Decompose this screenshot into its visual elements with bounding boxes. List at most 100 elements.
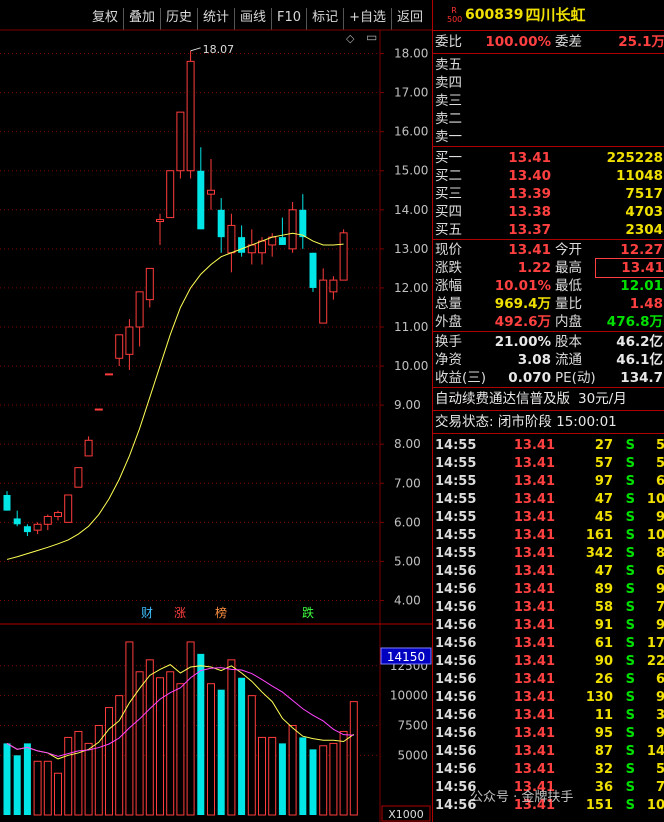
watermark: 公众号 · 金牌扶手 xyxy=(470,790,574,805)
buy-level-volume: 225228 xyxy=(606,150,663,166)
quote-label: 内盘 xyxy=(555,314,582,330)
tick-time: 14:56 xyxy=(435,582,477,597)
buy-level-row[interactable]: 买二 13.40 11048 xyxy=(433,167,664,185)
event-marker: 财 xyxy=(141,606,153,620)
buy-level-price: 13.37 xyxy=(508,222,551,238)
candle-body xyxy=(105,373,113,376)
buy-level-label: 买五 xyxy=(435,222,462,238)
stat-label: 净资 xyxy=(435,352,462,368)
stat-label: PE(动) xyxy=(555,370,596,386)
tick-row: 14:56 13.41 58 S 7 xyxy=(433,599,664,617)
tick-price: 13.41 xyxy=(513,492,555,507)
volume-bar xyxy=(227,659,236,816)
tick-count: 6 xyxy=(655,474,664,489)
tick-direction: S xyxy=(625,636,635,651)
sell-level-row[interactable]: 卖四 xyxy=(433,74,664,92)
volume-unit-label: X1000 xyxy=(388,808,424,821)
stat-row: 收益(三) 0.070 PE(动) 134.7 xyxy=(433,369,664,387)
stat-value: 3.08 xyxy=(517,352,551,368)
volume-tick-label: 7500 xyxy=(397,718,428,732)
stat-value: 21.00% xyxy=(494,334,551,350)
stock-name: 四川长虹 xyxy=(525,6,586,24)
volume-bar xyxy=(74,730,83,816)
stat-label: 流通 xyxy=(555,352,582,368)
tick-time: 14:56 xyxy=(435,654,477,669)
tick-time: 14:55 xyxy=(435,474,477,489)
tick-volume: 87 xyxy=(594,744,613,759)
tick-row: 14:56 13.41 47 S 6 xyxy=(433,563,664,581)
tick-count: 5 xyxy=(655,456,664,471)
stat-label: 收益(三) xyxy=(435,370,487,386)
tick-volume: 89 xyxy=(594,582,613,597)
kline-chart-area[interactable]: 复权 叠加 历史 统计 画线 F10 标记 +自选 返回 ◇ ▭ 18.00 17… xyxy=(0,0,432,822)
promo-text[interactable]: 自动续费通达信普及版 xyxy=(433,390,570,408)
sell-level-row[interactable]: 卖三 xyxy=(433,92,664,110)
candle-body xyxy=(197,170,205,230)
buy-level-row[interactable]: 买三 13.39 7517 xyxy=(433,185,664,203)
tick-volume: 47 xyxy=(594,492,613,507)
buy-level-volume: 2304 xyxy=(625,222,663,238)
volume-cursor-label: 14150 xyxy=(387,650,425,664)
tick-count: 9 xyxy=(655,690,664,705)
quote-label: 涨幅 xyxy=(435,278,462,294)
tick-row: 14:56 13.41 130 S 9 xyxy=(433,689,664,707)
quote-value: 12.27 xyxy=(620,242,663,258)
candle-body xyxy=(43,515,52,525)
price-tick-label: 10.00 xyxy=(394,359,428,373)
volume-bar xyxy=(258,736,266,816)
volume-bar xyxy=(135,671,144,816)
tick-direction: S xyxy=(625,798,635,813)
quote-value: 10.01% xyxy=(494,278,551,294)
tick-price: 13.41 xyxy=(513,528,555,543)
tick-time: 14:56 xyxy=(435,600,477,615)
price-tick-label: 15.00 xyxy=(394,164,428,178)
tick-volume: 61 xyxy=(594,636,613,651)
buy-level-row[interactable]: 买四 13.38 4703 xyxy=(433,203,664,221)
tick-time: 14:56 xyxy=(435,672,477,687)
volume-bar xyxy=(247,695,256,816)
stock-stats: 换手 21.00% 股本 46.2亿 净资 3.08 流通 46.1亿 收益(三) … xyxy=(433,331,664,387)
price-tick-label: 18.00 xyxy=(394,47,428,61)
buy-level-row[interactable]: 买五 13.37 2304 xyxy=(433,221,664,239)
promo-row[interactable]: 自动续费通达信普及版 30元/月 xyxy=(433,387,664,410)
sell-level-row[interactable]: 卖五 xyxy=(433,56,664,74)
volume-bar xyxy=(33,760,42,816)
tick-list[interactable]: 14:55 13.41 27 S 5 14:55 13.41 57 S 5 14:5… xyxy=(433,433,664,815)
tick-row: 14:55 13.41 27 S 5 xyxy=(433,437,664,455)
tick-price: 13.41 xyxy=(513,744,555,759)
tick-direction: S xyxy=(625,438,635,453)
volume-bar xyxy=(268,736,277,816)
volume-bar xyxy=(299,737,307,815)
tick-direction: S xyxy=(625,780,635,795)
tick-time: 14:56 xyxy=(435,636,477,651)
quote-label: 涨跌 xyxy=(435,260,462,276)
tick-time: 14:55 xyxy=(435,546,477,561)
price-tick-label: 8.00 xyxy=(394,437,421,451)
candle-body xyxy=(339,232,348,281)
volume-bar xyxy=(23,743,31,815)
stat-value: 0.070 xyxy=(508,370,551,386)
high-pointer xyxy=(190,47,201,52)
volume-bar xyxy=(238,677,246,815)
tick-count: 22 xyxy=(646,654,664,669)
quote-row: 涨跌 1.22 最高 13.41 xyxy=(433,258,664,278)
tick-price: 13.41 xyxy=(513,564,555,579)
tick-volume: 90 xyxy=(594,654,613,669)
volume-bar xyxy=(43,760,52,816)
quote-value: 969.4万 xyxy=(494,296,551,312)
candle-body xyxy=(186,60,195,172)
tick-price: 13.41 xyxy=(513,636,555,651)
tick-direction: S xyxy=(625,492,635,507)
tick-volume: 57 xyxy=(594,456,613,471)
sell-level-row[interactable]: 卖一 xyxy=(433,128,664,146)
price-tick-label: 4.00 xyxy=(394,593,421,607)
candle-body xyxy=(227,224,236,254)
tick-volume: 27 xyxy=(594,438,613,453)
sell-level-row[interactable]: 卖二 xyxy=(433,110,664,128)
volume-bar xyxy=(3,743,11,815)
candle-body xyxy=(156,219,164,223)
tick-price: 13.41 xyxy=(513,672,555,687)
volume-bar xyxy=(145,659,154,816)
tick-direction: S xyxy=(625,672,635,687)
buy-level-row[interactable]: 买一 13.41 225228 xyxy=(433,149,664,167)
